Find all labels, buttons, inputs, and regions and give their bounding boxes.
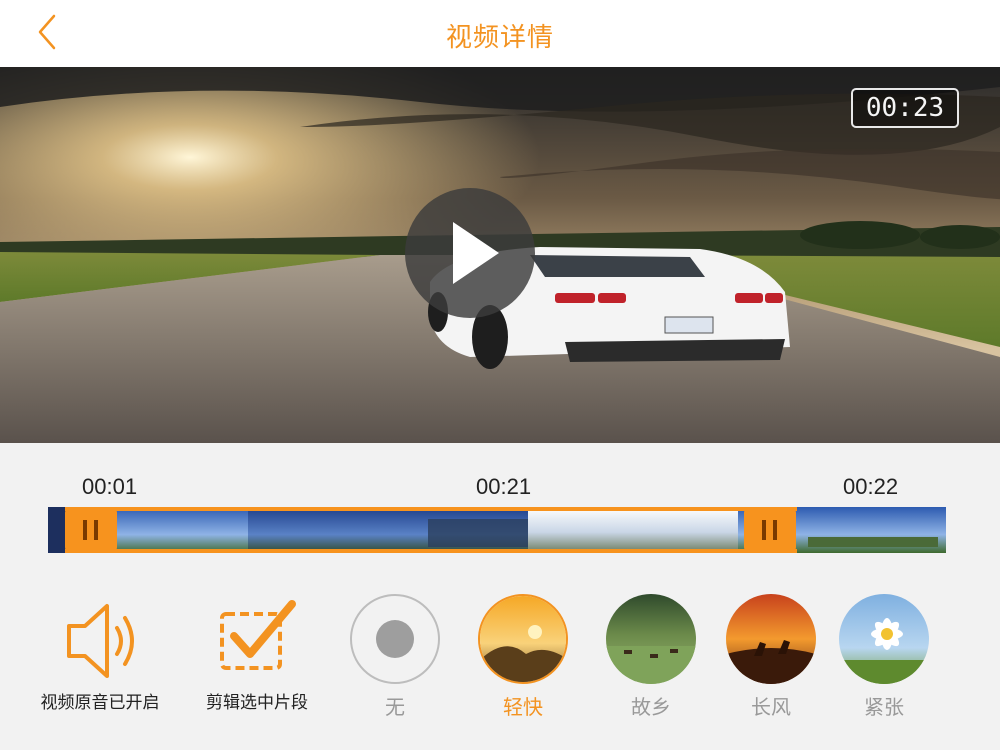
- checkbox-checked-icon: [220, 600, 296, 670]
- trim-handle-end[interactable]: [744, 507, 796, 553]
- music-option-none[interactable]: 无: [350, 594, 440, 719]
- timeline-mid-time: 00:21: [476, 474, 532, 499]
- record-icon: [376, 620, 414, 658]
- original-audio-label: 视频原音已开启: [40, 693, 160, 713]
- grip-icon: [762, 520, 766, 540]
- music-label: 故乡: [631, 695, 671, 719]
- music-thumbnail-light: [478, 594, 568, 684]
- music-option-light[interactable]: 轻快: [478, 594, 568, 719]
- music-thumbnail-tense: [839, 594, 929, 684]
- music-thumbnail-long-wind: [726, 594, 816, 684]
- speaker-icon: [67, 604, 134, 678]
- music-thumbnail-hometown: [606, 594, 696, 684]
- grip-icon: [83, 520, 87, 540]
- original-audio-toggle[interactable]: 视频原音已开启: [41, 596, 160, 713]
- timeline-end-time: 00:22: [843, 474, 899, 499]
- music-label: 长风: [751, 695, 791, 719]
- video-player[interactable]: 00:23: [0, 67, 1000, 443]
- trim-handle-start[interactable]: [65, 507, 117, 553]
- music-option-hometown[interactable]: 故乡: [606, 594, 696, 719]
- clip-selection-button[interactable]: 剪辑选中片段: [206, 596, 308, 713]
- music-label: 无: [385, 695, 405, 719]
- page-title: 视频详情: [445, 23, 554, 53]
- header-bar: 视频详情: [0, 0, 1000, 67]
- music-label: 轻快: [503, 695, 543, 719]
- music-label: 紧张: [864, 695, 904, 719]
- timeline-start-time: 00:01: [82, 474, 138, 499]
- play-icon: [453, 222, 499, 284]
- music-option-tense[interactable]: 紧张: [839, 594, 929, 719]
- duration-badge: 00:23: [851, 88, 959, 128]
- timeline-selection: [65, 507, 797, 553]
- music-thumbnail-none: [350, 594, 440, 684]
- clip-selection-label: 剪辑选中片段: [206, 693, 308, 713]
- play-button[interactable]: [405, 188, 535, 318]
- music-option-long-wind[interactable]: 长风: [726, 594, 816, 719]
